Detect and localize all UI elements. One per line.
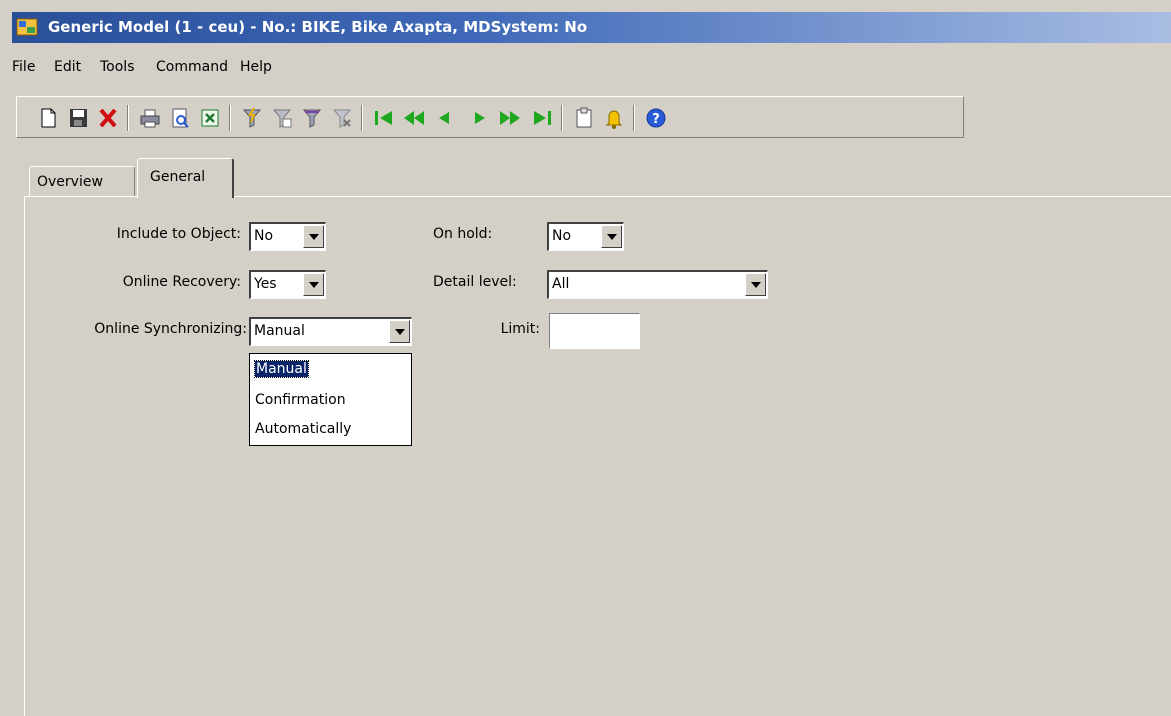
detail-level-value: All [552, 276, 570, 292]
last-record-icon[interactable] [529, 105, 555, 131]
menu-file[interactable]: File [12, 59, 35, 75]
window-title: Generic Model (1 - ceu) - No.: BIKE, Bik… [48, 18, 588, 36]
on-hold-label: On hold: [433, 226, 493, 242]
online-synchronizing-value: Manual [254, 323, 305, 339]
online-synchronizing-label: Online Synchronizing: [94, 321, 247, 337]
online-synchronizing-dropdown: Manual Confirmation Automatically [249, 353, 412, 446]
online-recovery-select[interactable]: Yes [249, 270, 326, 299]
document-handling-icon[interactable] [571, 105, 597, 131]
on-hold-select[interactable]: No [547, 222, 624, 251]
online-synchronizing-select[interactable]: Manual [249, 317, 412, 346]
online-recovery-value: Yes [254, 276, 277, 292]
chevron-down-icon[interactable] [601, 225, 622, 248]
save-icon[interactable] [65, 105, 91, 131]
toolbar-separator [229, 105, 231, 131]
include-to-object-label: Include to Object: [116, 226, 241, 242]
limit-label: Limit: [500, 321, 540, 337]
toolbar: ? [16, 96, 964, 138]
chevron-down-icon[interactable] [303, 225, 324, 248]
advanced-filter-icon[interactable] [299, 105, 325, 131]
delete-icon[interactable] [95, 105, 121, 131]
chevron-down-icon[interactable] [389, 320, 410, 343]
toolbar-separator [361, 105, 363, 131]
detail-level-label: Detail level: [433, 274, 517, 290]
detail-level-select[interactable]: All [547, 270, 768, 299]
previous-record-icon[interactable] [431, 105, 457, 131]
filter-by-selection-icon[interactable] [239, 105, 265, 131]
help-icon[interactable]: ? [643, 105, 669, 131]
window-title-bar[interactable]: Generic Model (1 - ceu) - No.: BIKE, Bik… [12, 12, 1171, 43]
filter-by-grid-icon[interactable] [269, 105, 295, 131]
tab-general[interactable]: General [137, 158, 234, 198]
toolbar-separator [561, 105, 563, 131]
previous-page-icon[interactable] [401, 105, 427, 131]
print-icon[interactable] [137, 105, 163, 131]
print-preview-icon[interactable] [167, 105, 193, 131]
remove-filter-icon[interactable] [329, 105, 355, 131]
chevron-down-icon[interactable] [303, 273, 324, 296]
dropdown-option-manual[interactable]: Manual [254, 360, 309, 378]
alert-icon[interactable] [601, 105, 627, 131]
menu-command[interactable]: Command [156, 59, 228, 75]
next-record-icon[interactable] [467, 105, 493, 131]
new-icon[interactable] [35, 105, 61, 131]
next-page-icon[interactable] [497, 105, 523, 131]
menu-help[interactable]: Help [240, 59, 272, 75]
include-to-object-value: No [254, 228, 274, 244]
menu-tools[interactable]: Tools [100, 59, 135, 75]
toolbar-separator [127, 105, 129, 131]
online-recovery-label: Online Recovery: [122, 274, 241, 290]
tab-overview[interactable]: Overview [29, 166, 135, 196]
first-record-icon[interactable] [371, 105, 397, 131]
include-to-object-select[interactable]: No [249, 222, 326, 251]
on-hold-value: No [552, 228, 572, 244]
toolbar-separator [633, 105, 635, 131]
dropdown-option-automatically[interactable]: Automatically [255, 421, 351, 437]
dropdown-option-confirmation[interactable]: Confirmation [255, 392, 346, 408]
menu-edit[interactable]: Edit [54, 59, 81, 75]
app-icon[interactable] [16, 17, 38, 37]
export-excel-icon[interactable] [197, 105, 223, 131]
chevron-down-icon[interactable] [745, 273, 766, 296]
svg-text:?: ? [652, 112, 660, 127]
limit-input[interactable] [549, 313, 640, 349]
